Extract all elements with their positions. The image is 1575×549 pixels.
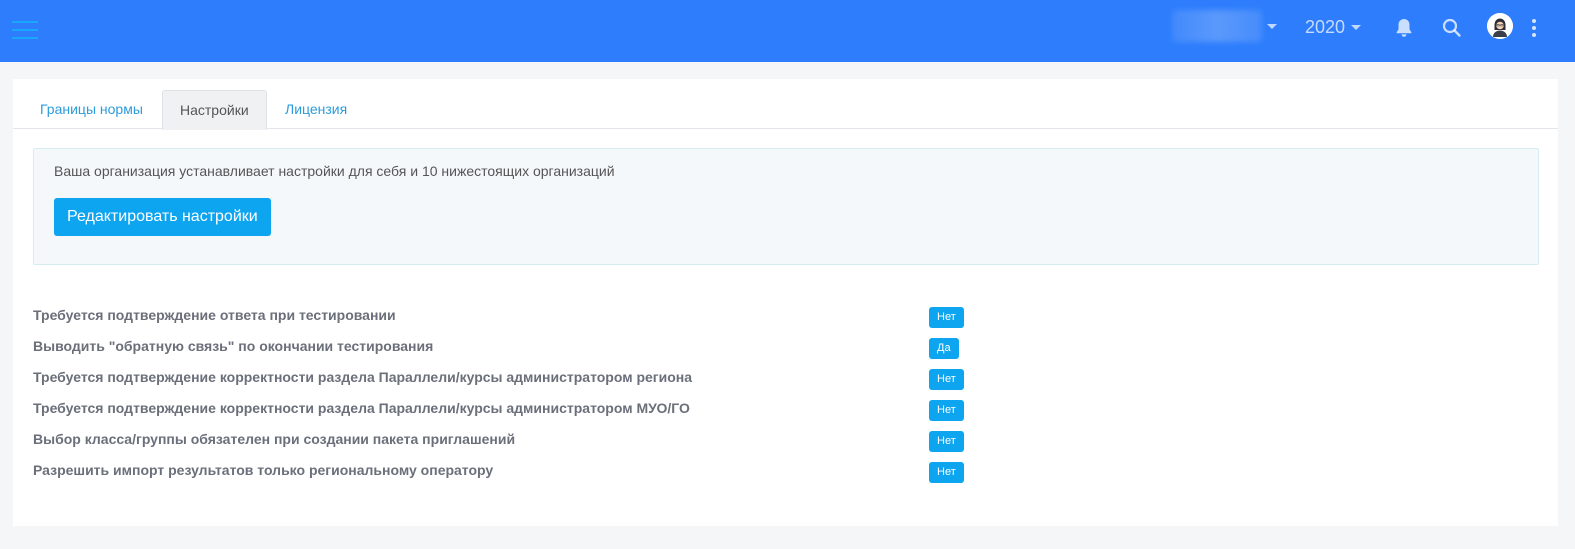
year-select[interactable]: 2020 (1305, 14, 1363, 40)
chevron-down-icon (1267, 24, 1277, 29)
chevron-down-icon (1351, 25, 1362, 30)
organization-select[interactable] (1172, 10, 1282, 42)
tab-settings[interactable]: Настройки (162, 90, 267, 130)
setting-row: Выводить "обратную связь" по окончании т… (33, 336, 1033, 367)
setting-label: Разрешить импорт результатов только реги… (33, 462, 494, 478)
setting-label: Требуется подтверждение ответа при тести… (33, 307, 396, 323)
year-value: 2020 (1305, 17, 1346, 37)
tab-bar: Границы нормы Настройки Лицензия (13, 90, 1558, 130)
top-bar: 2020 (0, 0, 1575, 62)
setting-row: Требуется подтверждение корректности раз… (33, 367, 1033, 398)
setting-row: Разрешить импорт результатов только реги… (33, 460, 1033, 491)
more-vert-icon[interactable] (1523, 14, 1545, 42)
setting-label: Требуется подтверждение корректности раз… (33, 400, 690, 416)
edit-settings-button[interactable]: Редактировать настройки (54, 198, 271, 236)
setting-value-badge: Нет (929, 400, 964, 421)
setting-value-badge: Нет (929, 369, 964, 390)
menu-icon[interactable] (12, 18, 38, 40)
setting-row: Требуется подтверждение ответа при тести… (33, 305, 1033, 336)
avatar[interactable] (1487, 13, 1513, 39)
setting-label: Выводить "обратную связь" по окончании т… (33, 338, 434, 354)
tab-norm-bounds[interactable]: Границы нормы (23, 90, 160, 129)
tab-license[interactable]: Лицензия (268, 90, 364, 129)
info-panel: Ваша организация устанавливает настройки… (33, 148, 1539, 265)
organization-name-redacted (1172, 10, 1262, 42)
setting-value-badge: Нет (929, 431, 964, 452)
search-icon[interactable] (1438, 14, 1466, 42)
setting-value-badge: Нет (929, 307, 964, 328)
settings-list: Требуется подтверждение ответа при тести… (33, 305, 1033, 491)
setting-value-badge: Нет (929, 462, 964, 483)
setting-label: Требуется подтверждение корректности раз… (33, 369, 693, 385)
bell-icon[interactable] (1390, 14, 1418, 42)
setting-row: Требуется подтверждение корректности раз… (33, 398, 1033, 429)
setting-value-badge: Да (929, 338, 959, 359)
info-text: Ваша организация устанавливает настройки… (54, 163, 615, 179)
setting-label: Выбор класса/группы обязателен при созда… (33, 431, 516, 447)
settings-card: Границы нормы Настройки Лицензия Ваша ор… (13, 79, 1558, 526)
setting-row: Выбор класса/группы обязателен при созда… (33, 429, 1033, 460)
